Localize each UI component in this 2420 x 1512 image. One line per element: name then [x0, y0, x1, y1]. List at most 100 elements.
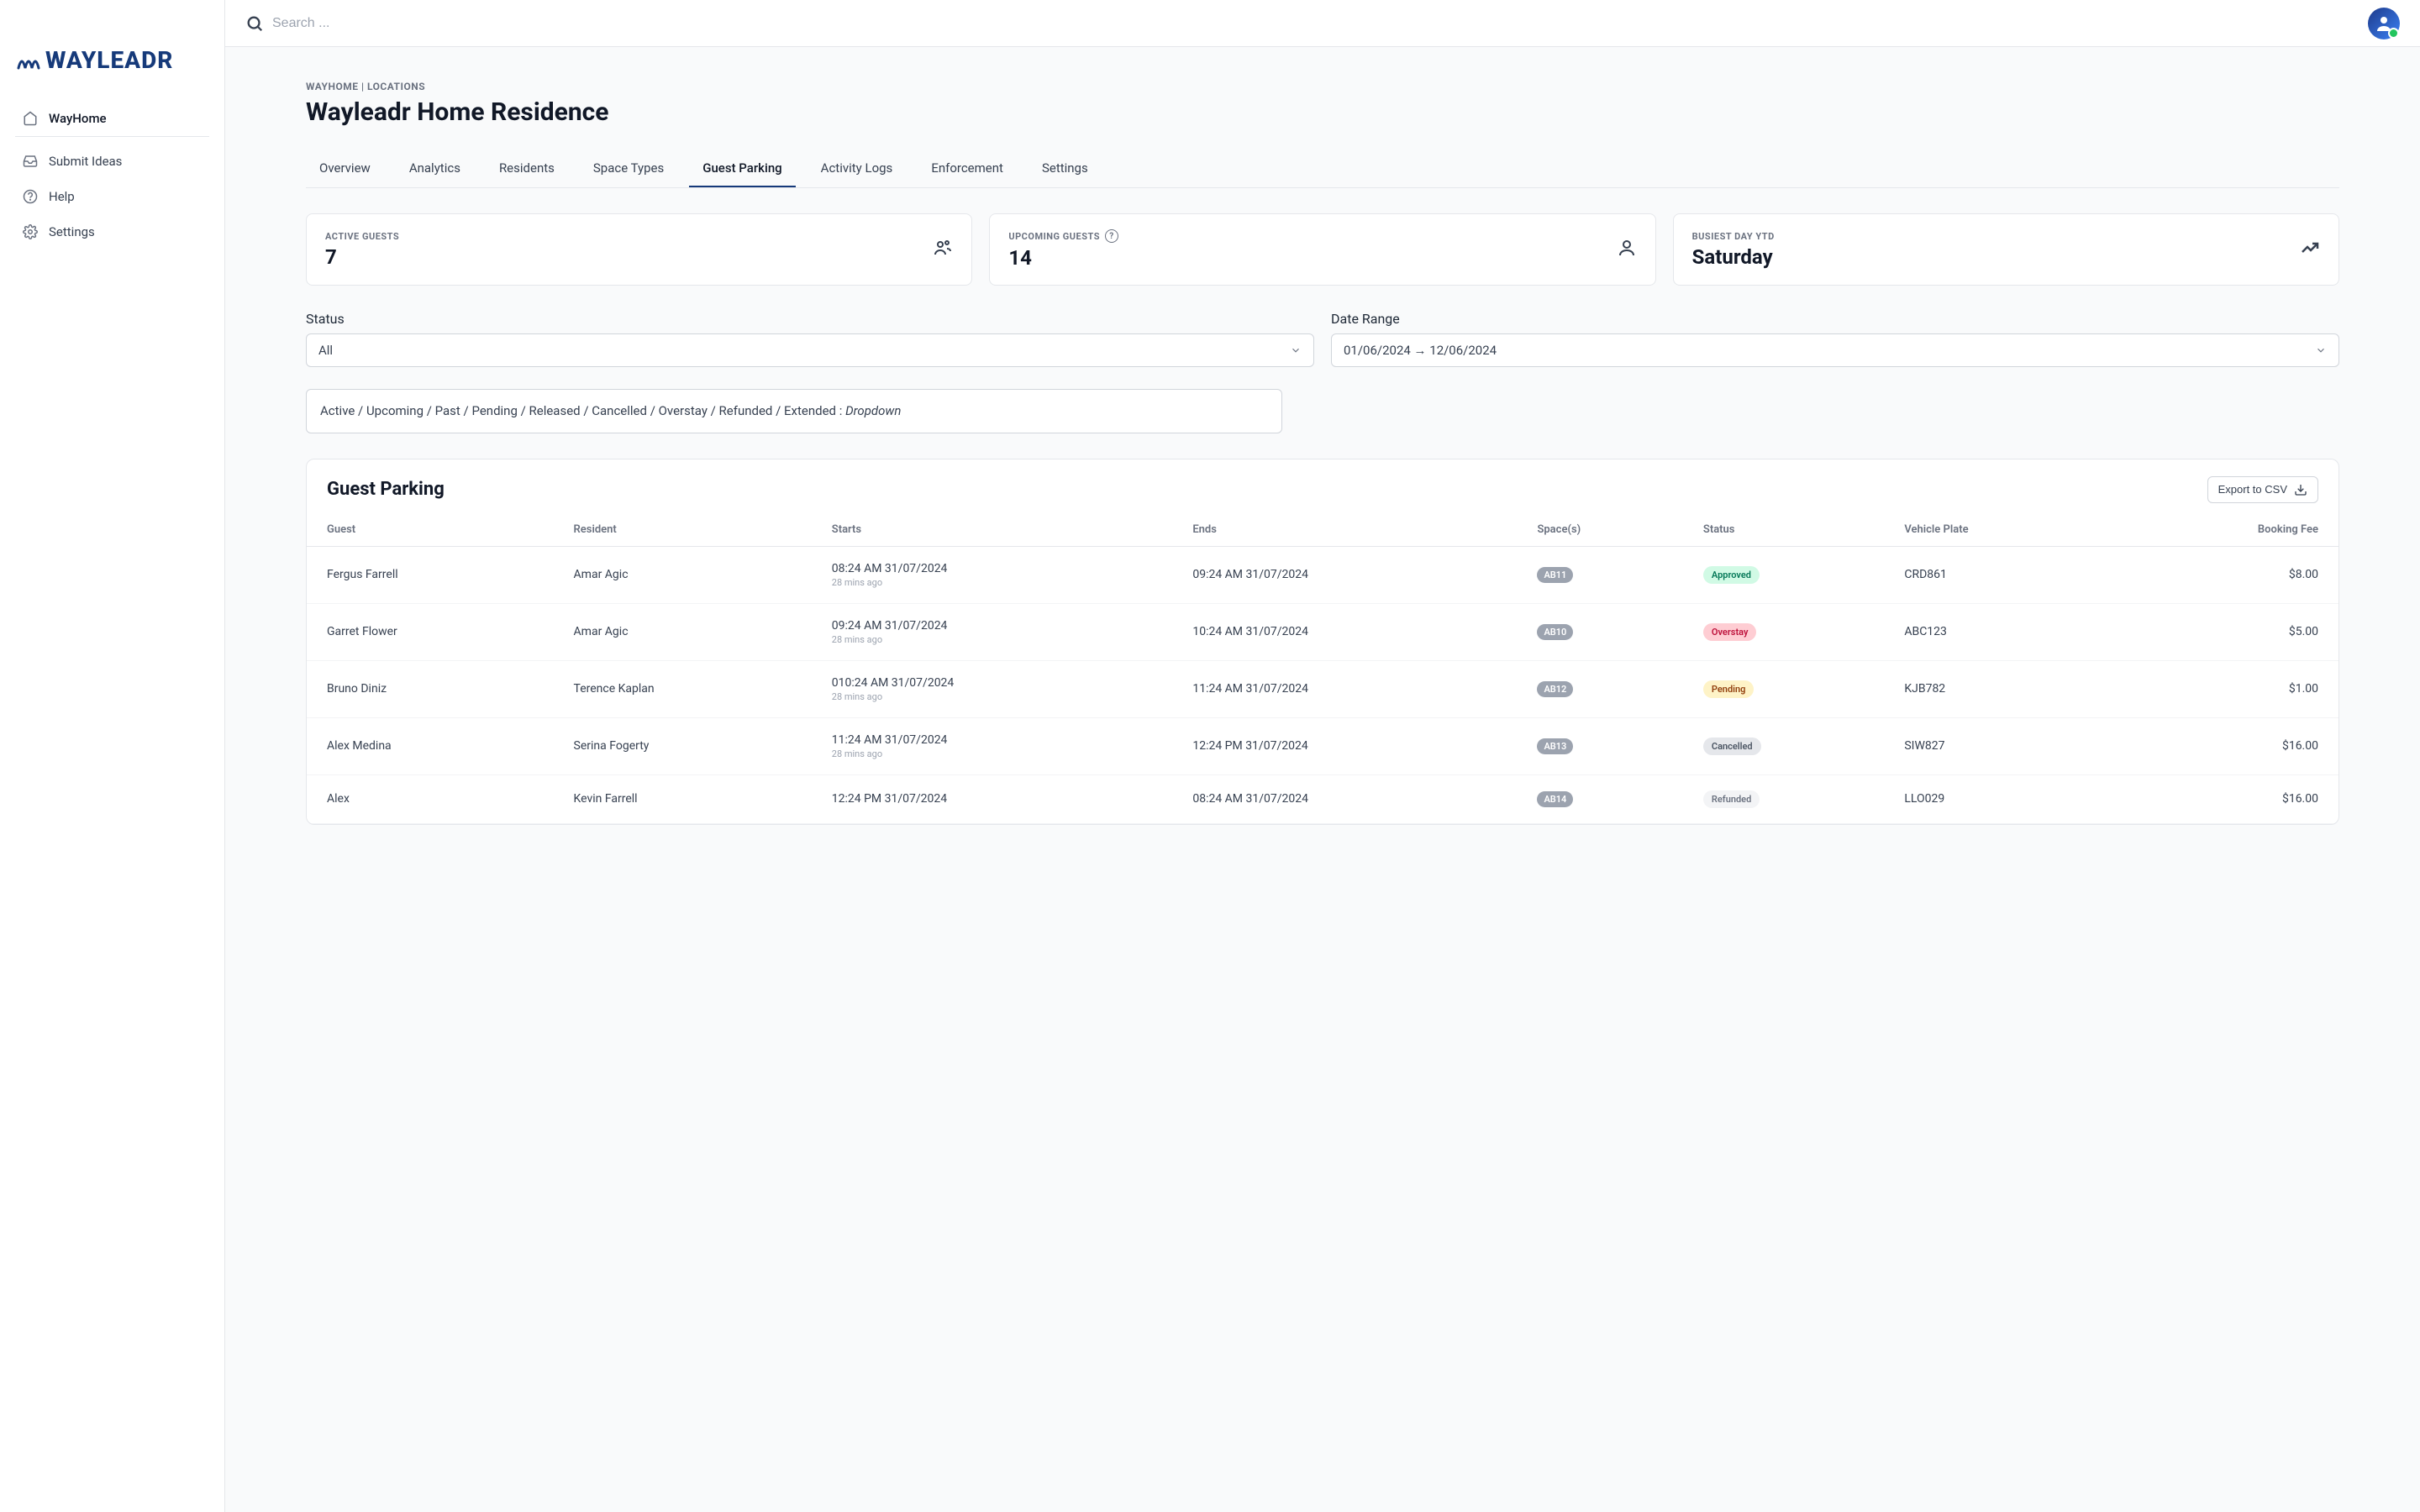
- gear-icon: [22, 223, 39, 240]
- status-filter-value: All: [318, 343, 333, 358]
- sidebar-item-settings[interactable]: Settings: [10, 214, 214, 249]
- export-csv-button[interactable]: Export to CSV: [2207, 476, 2318, 503]
- chevron-down-icon: [1290, 344, 1302, 356]
- stat-label: UPCOMING GUESTS ?: [1008, 229, 1118, 243]
- inbox-icon: [22, 153, 39, 170]
- sidebar-item-submit-ideas[interactable]: Submit Ideas: [10, 144, 214, 179]
- tab-guest-parking[interactable]: Guest Parking: [689, 150, 795, 187]
- guest-parking-panel: Guest Parking Export to CSV Guest Reside…: [306, 459, 2339, 825]
- topbar: [225, 0, 2420, 47]
- cell-starts: 09:24 AM 31/07/202428 mins ago: [820, 603, 1181, 660]
- status-filter-label: Status: [306, 311, 1314, 327]
- cell-status: Approved: [1691, 546, 1892, 603]
- cell-fee: $8.00: [2109, 546, 2338, 603]
- search-input[interactable]: [272, 16, 608, 31]
- table-row[interactable]: Fergus FarrellAmar Agic08:24 AM 31/07/20…: [307, 546, 2338, 603]
- sidebar-item-wayhome[interactable]: WayHome: [10, 101, 214, 136]
- tab-enforcement[interactable]: Enforcement: [918, 150, 1017, 187]
- cell-resident: Amar Agic: [562, 546, 820, 603]
- divider: [15, 136, 209, 137]
- tab-analytics[interactable]: Analytics: [396, 150, 474, 187]
- home-icon: [22, 110, 39, 127]
- cell-resident: Kevin Farrell: [562, 774, 820, 823]
- table-row[interactable]: Garret FlowerAmar Agic09:24 AM 31/07/202…: [307, 603, 2338, 660]
- cell-guest: Alex: [307, 774, 562, 823]
- cell-starts: 010:24 AM 31/07/202428 mins ago: [820, 660, 1181, 717]
- cell-fee: $16.00: [2109, 717, 2338, 774]
- brand-text: WAYLEADR: [45, 46, 173, 74]
- sidebar-item-label: Submit Ideas: [49, 154, 122, 169]
- user-icon: [2374, 13, 2394, 34]
- table-row[interactable]: Alex MedinaSerina Fogerty11:24 AM 31/07/…: [307, 717, 2338, 774]
- chevron-down-icon: [2315, 344, 2327, 356]
- cell-resident: Amar Agic: [562, 603, 820, 660]
- stat-label: BUSIEST DAY YTD: [1692, 231, 1775, 242]
- sidebar-item-label: Settings: [49, 224, 95, 239]
- cell-ends: 08:24 AM 31/07/2024: [1181, 774, 1525, 823]
- col-guest: Guest: [307, 513, 562, 547]
- cell-guest: Bruno Diniz: [307, 660, 562, 717]
- cell-space: AB10: [1525, 603, 1691, 660]
- date-range-value: 01/06/2024 → 12/06/2024: [1344, 343, 1497, 358]
- search-icon: [245, 14, 264, 33]
- avatar[interactable]: [2368, 8, 2400, 39]
- cell-resident: Serina Fogerty: [562, 717, 820, 774]
- date-range-label: Date Range: [1331, 311, 2339, 327]
- col-fee: Booking Fee: [2109, 513, 2338, 547]
- stat-label: ACTIVE GUESTS: [325, 231, 399, 242]
- guest-parking-table: Guest Resident Starts Ends Space(s) Stat…: [307, 513, 2338, 824]
- cell-space: AB14: [1525, 774, 1691, 823]
- breadcrumb: WAYHOME | LOCATIONS: [306, 81, 2339, 92]
- tab-space-types[interactable]: Space Types: [580, 150, 677, 187]
- cell-plate: KJB782: [1892, 660, 2109, 717]
- panel-title: Guest Parking: [327, 479, 445, 500]
- cell-plate: ABC123: [1892, 603, 2109, 660]
- cell-space: AB13: [1525, 717, 1691, 774]
- cell-space: AB12: [1525, 660, 1691, 717]
- tab-settings[interactable]: Settings: [1028, 150, 1102, 187]
- users-icon: [933, 238, 953, 261]
- sidebar: WAYLEADR WayHome Submit Ideas: [0, 0, 225, 1512]
- cell-fee: $16.00: [2109, 774, 2338, 823]
- sidebar-item-label: Help: [49, 189, 75, 204]
- cell-ends: 10:24 AM 31/07/2024: [1181, 603, 1525, 660]
- cell-status: Refunded: [1691, 774, 1892, 823]
- table-row[interactable]: Bruno DinizTerence Kaplan010:24 AM 31/07…: [307, 660, 2338, 717]
- trend-icon: [2300, 238, 2320, 261]
- stat-upcoming-guests: UPCOMING GUESTS ? 14: [989, 213, 1655, 286]
- stat-value: 14: [1008, 246, 1118, 270]
- cell-starts: 08:24 AM 31/07/202428 mins ago: [820, 546, 1181, 603]
- date-range-select[interactable]: 01/06/2024 → 12/06/2024: [1331, 333, 2339, 367]
- user-icon: [1617, 238, 1637, 261]
- cell-status: Pending: [1691, 660, 1892, 717]
- tab-residents[interactable]: Residents: [486, 150, 568, 187]
- sidebar-item-help[interactable]: Help: [10, 179, 214, 214]
- cell-fee: $1.00: [2109, 660, 2338, 717]
- search[interactable]: [245, 14, 608, 33]
- cell-plate: CRD861: [1892, 546, 2109, 603]
- cell-guest: Fergus Farrell: [307, 546, 562, 603]
- tabs: Overview Analytics Residents Space Types…: [306, 150, 2339, 188]
- col-ends: Ends: [1181, 513, 1525, 547]
- tab-overview[interactable]: Overview: [306, 150, 384, 187]
- col-starts: Starts: [820, 513, 1181, 547]
- cell-fee: $5.00: [2109, 603, 2338, 660]
- cell-resident: Terence Kaplan: [562, 660, 820, 717]
- cell-space: AB11: [1525, 546, 1691, 603]
- col-plate: Vehicle Plate: [1892, 513, 2109, 547]
- logo: WAYLEADR: [0, 0, 224, 101]
- col-status: Status: [1691, 513, 1892, 547]
- status-filter-select[interactable]: All: [306, 333, 1314, 367]
- stat-value: Saturday: [1692, 245, 1775, 269]
- col-resident: Resident: [562, 513, 820, 547]
- sidebar-item-label: WayHome: [49, 111, 107, 126]
- stat-busiest-day: BUSIEST DAY YTD Saturday: [1673, 213, 2339, 286]
- col-spaces: Space(s): [1525, 513, 1691, 547]
- tab-activity-logs[interactable]: Activity Logs: [808, 150, 907, 187]
- cell-ends: 12:24 PM 31/07/2024: [1181, 717, 1525, 774]
- cell-plate: SIW827: [1892, 717, 2109, 774]
- help-icon: [22, 188, 39, 205]
- cell-guest: Garret Flower: [307, 603, 562, 660]
- table-row[interactable]: AlexKevin Farrell12:24 PM 31/07/202408:2…: [307, 774, 2338, 823]
- help-tooltip-icon[interactable]: ?: [1105, 229, 1118, 243]
